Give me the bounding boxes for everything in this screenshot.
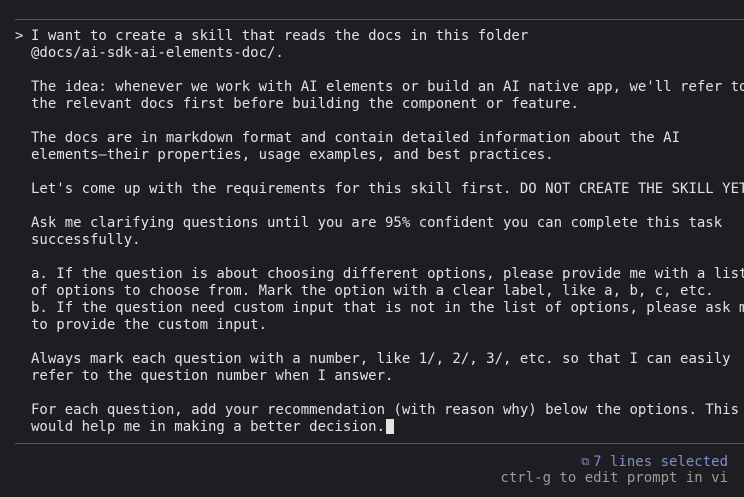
prompt-line: of options to choose from. Mark the opti…: [15, 283, 734, 300]
prompt-line-text: would help me in making a better decisio…: [31, 419, 386, 435]
prompt-line: [15, 113, 734, 130]
prompt-line: the relevant docs first before building …: [15, 96, 734, 113]
prompt-line-text: elements—their properties, usage example…: [31, 147, 554, 163]
prompt-text[interactable]: I want to create a skill that reads the …: [15, 28, 744, 436]
prompt-line: successfully.: [15, 232, 734, 249]
prompt-line-text: The idea: whenever we work with AI eleme…: [31, 79, 744, 95]
prompt-line: would help me in making a better decisio…: [15, 419, 734, 436]
prompt-line-text: Always mark each question with a number,…: [31, 351, 731, 367]
prompt-line: For each question, add your recommendati…: [15, 402, 739, 419]
prompt-line-text: the relevant docs first before building …: [31, 96, 579, 112]
prompt-line-text: Ask me clarifying questions until you ar…: [31, 215, 723, 231]
prompt-input[interactable]: > I want to create a skill that reads th…: [15, 28, 744, 436]
prompt-line-text: refer to the question number when I answ…: [31, 368, 394, 384]
selection-status: ⧉ 7 lines selected: [500, 453, 728, 470]
prompt-line-text: I want to create a skill that reads the …: [31, 28, 529, 44]
prompt-line-text: The docs are in markdown format and cont…: [31, 130, 681, 146]
text-cursor: [386, 419, 395, 434]
prompt-line: [15, 385, 734, 402]
prompt-line: Ask me clarifying questions until you ar…: [15, 215, 734, 232]
prompt-line: [15, 334, 734, 351]
prompt-bottom-border: [15, 443, 744, 444]
prompt-line-text: @docs/ai-sdk-ai-elements-doc/.: [31, 45, 284, 61]
copy-icon: ⧉: [581, 455, 590, 468]
edit-hint: ctrl-g to edit prompt in vi: [500, 470, 728, 486]
prompt-line-text: For each question, add your recommendati…: [31, 402, 740, 418]
selection-count: 7 lines selected: [593, 454, 728, 470]
prompt-line: [15, 62, 734, 79]
prompt-line: [15, 198, 734, 215]
prompt-line: The idea: whenever we work with AI eleme…: [15, 79, 744, 96]
prompt-line-text: to provide the custom input.: [31, 317, 268, 333]
prompt-line: [15, 249, 734, 266]
status-bar: ⧉ 7 lines selected ctrl-g to edit prompt …: [500, 453, 728, 487]
prompt-line: to provide the custom input.: [15, 317, 734, 334]
prompt-line-text: of options to choose from. Mark the opti…: [31, 283, 714, 299]
prompt-line: a. If the question is about choosing dif…: [15, 266, 744, 283]
prompt-line: @docs/ai-sdk-ai-elements-doc/.: [15, 45, 734, 62]
prompt-line: Always mark each question with a number,…: [15, 351, 734, 368]
prompt-line: I want to create a skill that reads the …: [15, 28, 734, 45]
prompt-line: The docs are in markdown format and cont…: [15, 130, 734, 147]
prompt-line-text: successfully.: [31, 232, 141, 248]
prompt-line: elements—their properties, usage example…: [15, 147, 734, 164]
prompt-line: Let's come up with the requirements for …: [15, 181, 744, 198]
prompt-line: refer to the question number when I answ…: [15, 368, 734, 385]
prompt-line: [15, 164, 734, 181]
prompt-line-text: Let's come up with the requirements for …: [31, 181, 744, 197]
prompt-line: b. If the question need custom input tha…: [15, 300, 744, 317]
prompt-line-text: a. If the question is about choosing dif…: [31, 266, 744, 282]
prompt-line-text: b. If the question need custom input tha…: [31, 300, 744, 316]
prompt-top-border: [15, 19, 744, 20]
